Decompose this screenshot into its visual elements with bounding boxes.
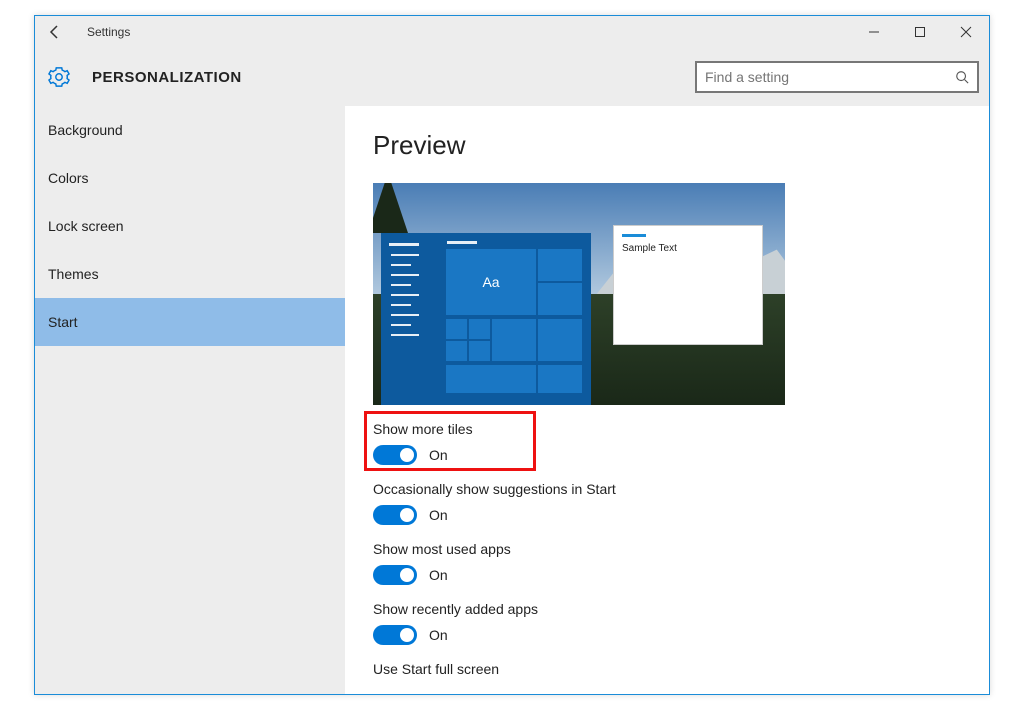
page-title: PERSONALIZATION	[92, 69, 242, 86]
content-pane: Preview Aa	[345, 106, 989, 694]
sidebar-item-label: Colors	[48, 170, 88, 186]
toggle-state: On	[429, 627, 448, 643]
back-button[interactable]	[35, 16, 75, 48]
settings-window: Settings PERSONALIZATION Background Colo…	[34, 15, 990, 695]
sample-text: Sample Text	[622, 243, 762, 254]
toggle-state: On	[429, 567, 448, 583]
sidebar-item-label: Lock screen	[48, 218, 123, 234]
window-title: Settings	[87, 25, 130, 39]
minimize-button[interactable]	[851, 16, 897, 48]
sidebar-item-label: Background	[48, 122, 123, 138]
sidebar-item-label: Start	[48, 314, 78, 330]
window-controls	[851, 16, 989, 48]
sidebar-item-themes[interactable]: Themes	[35, 250, 345, 298]
setting-recently-added: Show recently added apps On	[373, 601, 989, 645]
sidebar-item-start[interactable]: Start	[35, 298, 345, 346]
preview-image: Aa	[373, 183, 785, 405]
toggle-show-more-tiles[interactable]	[373, 445, 417, 465]
maximize-button[interactable]	[897, 16, 943, 48]
sidebar-item-lock-screen[interactable]: Lock screen	[35, 202, 345, 250]
preview-heading: Preview	[373, 130, 989, 161]
setting-label: Show recently added apps	[373, 601, 989, 617]
search-box[interactable]	[695, 61, 979, 93]
search-icon	[955, 70, 969, 84]
sidebar: Background Colors Lock screen Themes Sta…	[35, 106, 345, 694]
toggle-recently-added[interactable]	[373, 625, 417, 645]
start-menu-preview: Aa	[381, 233, 591, 405]
arrow-left-icon	[47, 24, 63, 40]
header: PERSONALIZATION	[35, 48, 989, 106]
minimize-icon	[868, 26, 880, 38]
setting-suggestions: Occasionally show suggestions in Start O…	[373, 481, 989, 525]
gear-icon	[48, 66, 70, 88]
sidebar-item-colors[interactable]: Colors	[35, 154, 345, 202]
search-input[interactable]	[705, 69, 955, 85]
toggle-state: On	[429, 447, 448, 463]
titlebar: Settings	[35, 16, 989, 48]
sidebar-item-background[interactable]: Background	[35, 106, 345, 154]
close-button[interactable]	[943, 16, 989, 48]
setting-show-more-tiles: Show more tiles On	[373, 421, 989, 465]
toggle-most-used[interactable]	[373, 565, 417, 585]
toggle-suggestions[interactable]	[373, 505, 417, 525]
setting-label: Show most used apps	[373, 541, 989, 557]
toggle-state: On	[429, 507, 448, 523]
setting-label: Occasionally show suggestions in Start	[373, 481, 989, 497]
setting-label: Use Start full screen	[373, 661, 989, 677]
sample-window-preview: Sample Text	[613, 225, 763, 345]
setting-fullscreen: Use Start full screen	[373, 661, 989, 677]
setting-most-used: Show most used apps On	[373, 541, 989, 585]
close-icon	[960, 26, 972, 38]
preview-tile-aa: Aa	[445, 248, 537, 316]
sidebar-item-label: Themes	[48, 266, 99, 282]
setting-label: Show more tiles	[373, 421, 989, 437]
maximize-icon	[914, 26, 926, 38]
